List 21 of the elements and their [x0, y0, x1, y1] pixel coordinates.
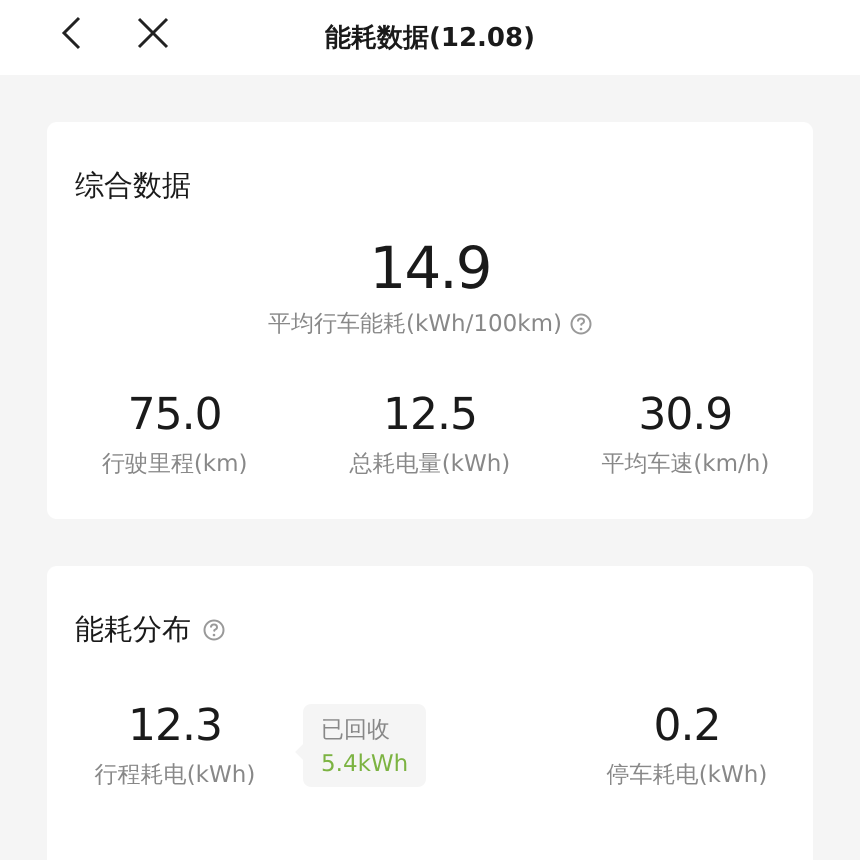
main-value: 14.9 [369, 234, 491, 302]
tooltip-label: 已回收 [321, 716, 391, 744]
stat-label: 停车耗电(kWh) [606, 761, 768, 790]
stat-value: 30.9 [638, 389, 732, 440]
stat-value: 12.5 [383, 389, 477, 440]
back-icon[interactable] [60, 16, 82, 50]
stat-value: 75.0 [128, 389, 222, 440]
stat-label: 行程耗电(kWh) [94, 761, 256, 790]
page-title: 能耗数据(12.08) [324, 22, 535, 55]
stat-label: 平均车速(km/h) [601, 450, 770, 479]
stat-label: 行驶里程(km) [102, 450, 248, 479]
main-label: 平均行车能耗(kWh/100km) [268, 310, 562, 339]
stat-label: 总耗电量(kWh) [350, 450, 510, 479]
stat-value: 0.2 [654, 700, 720, 751]
help-icon[interactable] [570, 312, 592, 334]
stat-value: 12.3 [128, 700, 222, 751]
tooltip-value: 5.4kWh [321, 750, 408, 776]
section-heading: 综合数据 [74, 167, 191, 204]
close-icon[interactable] [137, 17, 169, 49]
section-heading: 能耗分布 [74, 611, 191, 648]
help-icon[interactable] [203, 619, 225, 641]
